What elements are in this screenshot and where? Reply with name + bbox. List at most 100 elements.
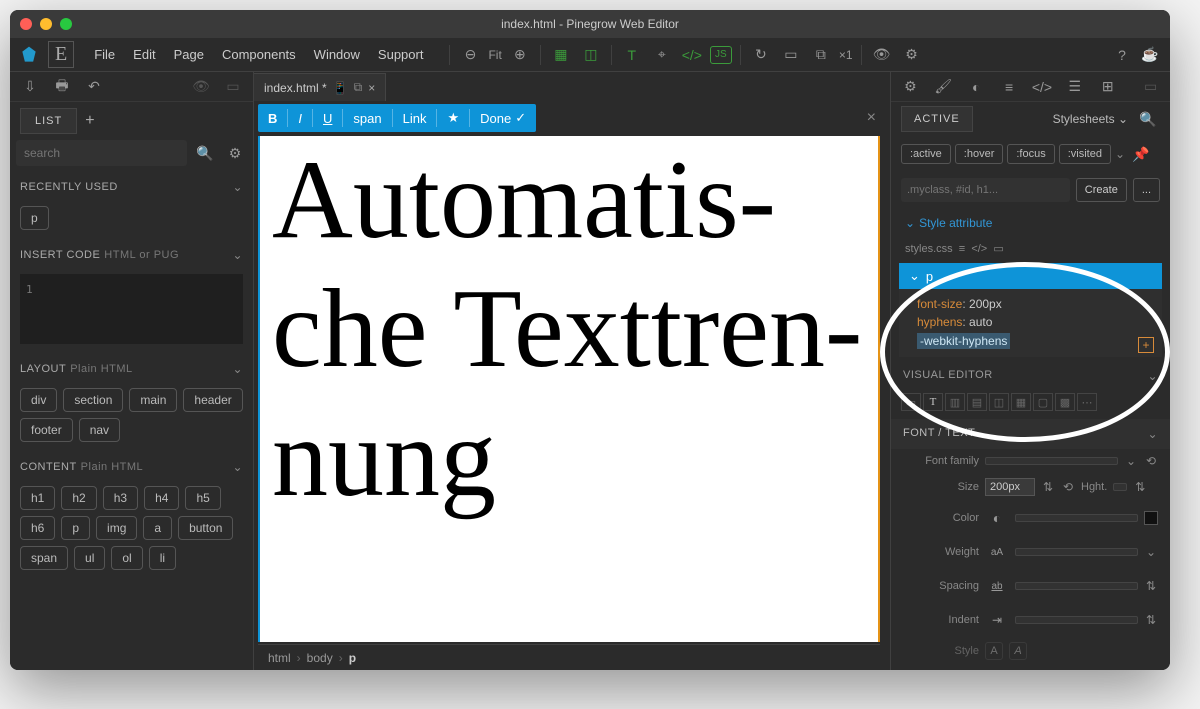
close-canvas-button[interactable]: × (857, 109, 886, 127)
pseudo-active[interactable]: :active (901, 144, 951, 164)
devices-split-icon[interactable]: ⧉ (354, 80, 363, 95)
browser-icon[interactable]: ▭ (779, 43, 803, 67)
zoom-out-icon[interactable]: ⊖ (458, 43, 482, 67)
tag-a[interactable]: a (143, 516, 172, 540)
pin-icon[interactable]: 📌 (1129, 142, 1153, 166)
tag-h5[interactable]: h5 (185, 486, 220, 510)
span-button[interactable]: span (343, 107, 391, 130)
menu-components[interactable]: Components (214, 43, 304, 66)
stylesheet-src[interactable]: styles.css ≡ </> ▭ (891, 238, 1170, 259)
create-rule-button[interactable]: Create (1076, 178, 1127, 202)
menu-file[interactable]: File (86, 43, 123, 66)
add-declaration-button[interactable]: + (1138, 337, 1154, 353)
reset-size-icon[interactable]: ⟲ (1061, 480, 1075, 494)
coffee-icon[interactable]: ☕ (1138, 43, 1162, 67)
tag-li[interactable]: li (149, 546, 176, 570)
tag-p[interactable]: p (20, 206, 49, 230)
zoom-fit-label[interactable]: Fit (488, 48, 501, 62)
crumb-html[interactable]: html (268, 651, 291, 665)
css-decl-hyphens[interactable]: hyphens: auto (917, 313, 1144, 331)
tag-ol[interactable]: ol (111, 546, 142, 570)
canvas-paragraph[interactable]: Automatis­che Texttren­nung (272, 136, 866, 522)
ve-box-icon[interactable]: ▭ (901, 393, 921, 411)
undo-icon[interactable]: ↶ (82, 75, 106, 99)
selector-input[interactable] (901, 178, 1070, 202)
color-swatch[interactable] (1144, 511, 1158, 525)
js-icon[interactable]: JS (710, 46, 732, 64)
pseudo-visited[interactable]: :visited (1059, 144, 1111, 164)
menu-window[interactable]: Window (306, 43, 368, 66)
visual-editor-header[interactable]: VISUAL EDITOR ⌄ (891, 361, 1170, 391)
tag-button[interactable]: button (178, 516, 233, 540)
document-tab[interactable]: index.html * 📱 ⧉ × (254, 73, 386, 101)
tag-img[interactable]: img (96, 516, 137, 540)
pseudo-focus[interactable]: :focus (1007, 144, 1054, 164)
add-panel-icon[interactable]: ⊞ (1096, 75, 1119, 99)
star-button[interactable]: ★ (437, 106, 469, 130)
recently-used-header[interactable]: RECENTLY USED ⌄ (10, 172, 253, 202)
chevron-down-icon[interactable]: ⌄ (1115, 147, 1125, 161)
pseudo-hover[interactable]: :hover (955, 144, 1004, 164)
menu-page[interactable]: Page (166, 43, 212, 66)
target-icon[interactable]: ⌖ (650, 43, 674, 67)
zoom-in-icon[interactable]: ⊕ (508, 43, 532, 67)
ve-text-icon[interactable]: T (923, 393, 943, 411)
insert-code-header[interactable]: INSERT CODEHTML or PUG ⌄ (10, 240, 253, 270)
canvas[interactable]: Automatis­che Texttren­nung (258, 136, 880, 642)
css-rule-header[interactable]: ⌄ p (899, 263, 1162, 289)
style-italic-icon[interactable]: A (1009, 642, 1027, 660)
content-header[interactable]: CONTENTPlain HTML ⌄ (10, 452, 253, 482)
font-family-input[interactable] (985, 457, 1118, 465)
css-decl-font-size[interactable]: font-size: 200px (917, 295, 1144, 313)
help-icon[interactable]: ? (1110, 43, 1134, 67)
weight-input[interactable] (1015, 548, 1138, 556)
code-panel-icon[interactable]: </> (1031, 75, 1054, 99)
hght-input[interactable] (1113, 483, 1127, 491)
color-picker-icon[interactable]: ◐ (985, 506, 1009, 530)
phone-icon[interactable]: 📱 (333, 81, 348, 95)
code-icon[interactable]: </> (680, 43, 704, 67)
ve-layout1-icon[interactable]: ▥ (945, 393, 965, 411)
stylesheets-dropdown[interactable]: Stylesheets ⌄ (1053, 112, 1128, 126)
more-options-button[interactable]: ... (1133, 178, 1160, 202)
devices-icon[interactable]: ⧉ (809, 43, 833, 67)
bold-button[interactable]: B (258, 107, 287, 130)
done-button[interactable]: Done ✓ (470, 106, 536, 130)
italic-button[interactable]: I (288, 107, 312, 130)
css-decl-editing[interactable]: -webkit-hyphens (917, 331, 1144, 351)
active-tab[interactable]: ACTIVE (901, 106, 973, 132)
tag-h4[interactable]: h4 (144, 486, 179, 510)
panel-menu-icon[interactable]: ▭ (221, 75, 245, 99)
settings-icon[interactable]: ⚙ (900, 43, 924, 67)
filter-icon[interactable]: ⚙ (223, 141, 247, 165)
reset-icon[interactable]: ⟲ (1144, 454, 1158, 468)
tag-h2[interactable]: h2 (61, 486, 96, 510)
tag-nav[interactable]: nav (79, 418, 120, 442)
ve-more-icon[interactable]: ⋯ (1077, 393, 1097, 411)
stepper-icon[interactable]: ⇅ (1133, 480, 1147, 494)
grid-icon[interactable]: ▦ (549, 43, 573, 67)
tag-main[interactable]: main (129, 388, 177, 412)
tag-span[interactable]: span (20, 546, 68, 570)
spacing-input[interactable] (1015, 582, 1138, 590)
refresh-icon[interactable]: ↻ (749, 43, 773, 67)
visibility-icon[interactable]: 👁 (870, 43, 894, 67)
stepper-icon[interactable]: ⇅ (1144, 613, 1158, 627)
link-button[interactable]: Link (393, 107, 437, 130)
search-icon[interactable]: 🔍 (193, 141, 217, 165)
crumb-p[interactable]: p (349, 651, 356, 665)
crumb-body[interactable]: body (307, 651, 333, 665)
indent-input[interactable] (1015, 616, 1138, 624)
theme-icon[interactable]: ◐ (965, 75, 988, 99)
menu-support[interactable]: Support (370, 43, 432, 66)
library-toggle-icon[interactable]: ⇩ (18, 75, 42, 99)
menu-edit[interactable]: Edit (125, 43, 163, 66)
search-input[interactable] (16, 140, 187, 166)
brush-icon[interactable]: 🖌 (932, 75, 955, 99)
chevron-down-icon[interactable]: ⌄ (1124, 454, 1138, 468)
size-input[interactable] (985, 478, 1035, 496)
style-attribute-toggle[interactable]: ⌄Style attribute (891, 208, 1170, 238)
tag-footer[interactable]: footer (20, 418, 73, 442)
tag-h3[interactable]: h3 (103, 486, 138, 510)
tag-ul[interactable]: ul (74, 546, 105, 570)
